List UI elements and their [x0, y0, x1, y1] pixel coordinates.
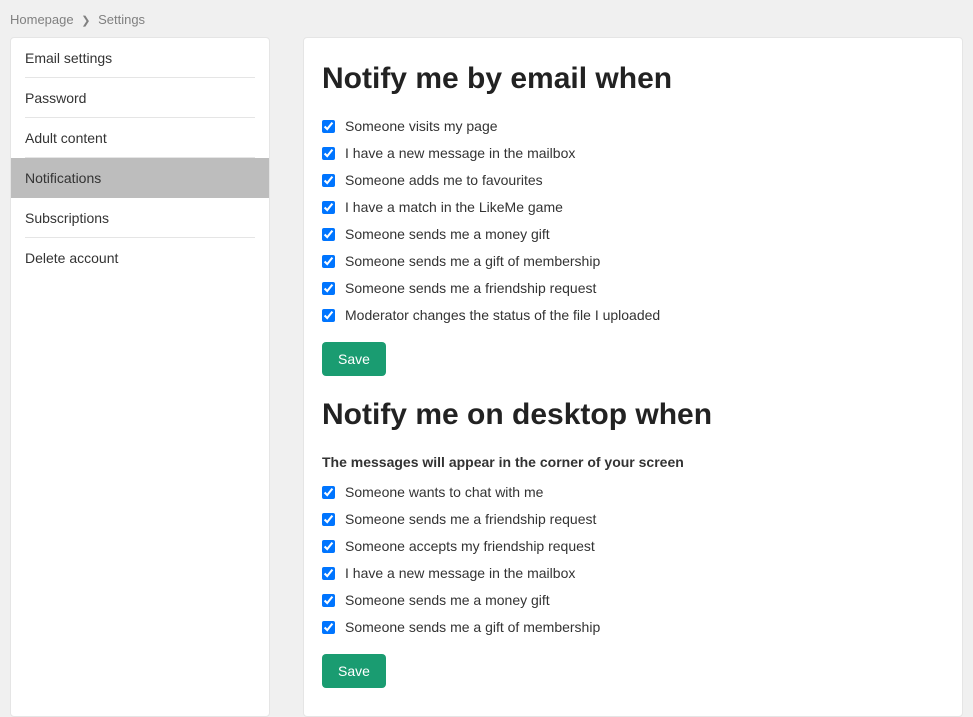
checkbox-email-favourites[interactable] [322, 174, 335, 187]
checkbox-label: Someone sends me a friendship request [345, 511, 596, 527]
checkbox-email-message[interactable] [322, 147, 335, 160]
checkbox-email-friendship[interactable] [322, 282, 335, 295]
save-email-button[interactable]: Save [322, 342, 386, 376]
checkbox-row: I have a match in the LikeMe game [322, 199, 944, 215]
checkbox-label: Someone sends me a friendship request [345, 280, 596, 296]
sidebar-item-notifications[interactable]: Notifications [11, 158, 269, 198]
checkbox-label: Someone accepts my friendship request [345, 538, 595, 554]
checkbox-row: I have a new message in the mailbox [322, 565, 944, 581]
checkbox-row: Someone sends me a money gift [322, 226, 944, 242]
checkbox-label: Someone sends me a gift of membership [345, 619, 600, 635]
checkbox-desktop-friendship-acc[interactable] [322, 540, 335, 553]
checkbox-email-visits[interactable] [322, 120, 335, 133]
desktop-section-subtitle: The messages will appear in the corner o… [322, 454, 944, 470]
checkbox-desktop-membership[interactable] [322, 621, 335, 634]
checkbox-row: Someone adds me to favourites [322, 172, 944, 188]
checkbox-row: Moderator changes the status of the file… [322, 307, 944, 323]
breadcrumb-link-homepage[interactable]: Homepage [10, 12, 74, 27]
breadcrumb: Homepage ❯ Settings [0, 0, 973, 37]
checkbox-email-likeme[interactable] [322, 201, 335, 214]
breadcrumb-link-settings[interactable]: Settings [98, 12, 145, 27]
checkbox-email-membership[interactable] [322, 255, 335, 268]
email-section-title: Notify me by email when [322, 62, 944, 96]
sidebar-item-subscriptions[interactable]: Subscriptions [11, 198, 269, 238]
checkbox-email-moderator[interactable] [322, 309, 335, 322]
checkbox-row: Someone visits my page [322, 118, 944, 134]
checkbox-row: Someone sends me a friendship request [322, 511, 944, 527]
checkbox-row: Someone sends me a gift of membership [322, 619, 944, 635]
checkbox-label: Someone sends me a money gift [345, 592, 550, 608]
sidebar-item-adult-content[interactable]: Adult content [11, 118, 269, 158]
checkbox-label: I have a new message in the mailbox [345, 565, 575, 581]
settings-sidebar: Email settings Password Adult content No… [10, 37, 270, 717]
sidebar-item-delete-account[interactable]: Delete account [11, 238, 269, 278]
chevron-right-icon: ❯ [81, 15, 90, 27]
checkbox-label: Someone sends me a gift of membership [345, 253, 600, 269]
checkbox-desktop-money-gift[interactable] [322, 594, 335, 607]
desktop-section-title: Notify me on desktop when [322, 398, 944, 432]
checkbox-row: I have a new message in the mailbox [322, 145, 944, 161]
email-options-list: Someone visits my page I have a new mess… [322, 118, 944, 323]
sidebar-item-password[interactable]: Password [11, 78, 269, 118]
checkbox-desktop-friendship-req[interactable] [322, 513, 335, 526]
save-desktop-button[interactable]: Save [322, 654, 386, 688]
checkbox-row: Someone wants to chat with me [322, 484, 944, 500]
checkbox-email-money-gift[interactable] [322, 228, 335, 241]
checkbox-desktop-message[interactable] [322, 567, 335, 580]
checkbox-row: Someone accepts my friendship request [322, 538, 944, 554]
checkbox-label: Moderator changes the status of the file… [345, 307, 660, 323]
desktop-options-list: Someone wants to chat with me Someone se… [322, 484, 944, 635]
checkbox-label: Someone adds me to favourites [345, 172, 543, 188]
checkbox-label: I have a new message in the mailbox [345, 145, 575, 161]
checkbox-label: Someone sends me a money gift [345, 226, 550, 242]
checkbox-label: Someone visits my page [345, 118, 498, 134]
checkbox-desktop-chat[interactable] [322, 486, 335, 499]
checkbox-row: Someone sends me a money gift [322, 592, 944, 608]
checkbox-row: Someone sends me a friendship request [322, 280, 944, 296]
checkbox-label: I have a match in the LikeMe game [345, 199, 563, 215]
sidebar-item-email-settings[interactable]: Email settings [11, 38, 269, 78]
checkbox-row: Someone sends me a gift of membership [322, 253, 944, 269]
checkbox-label: Someone wants to chat with me [345, 484, 543, 500]
settings-main-panel: Notify me by email when Someone visits m… [303, 37, 963, 717]
